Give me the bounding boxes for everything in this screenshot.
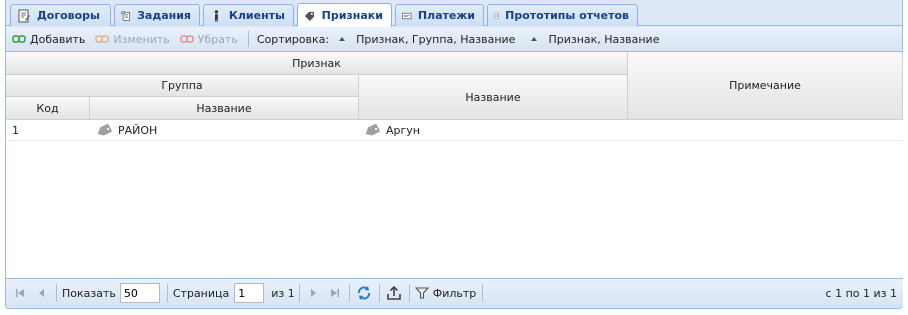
cell-nazvanie-text: Аргун	[386, 124, 420, 137]
tab-clients-label: Клиенты	[228, 9, 285, 22]
tab-payments-label: Платежи	[417, 9, 475, 22]
upload-icon	[386, 285, 401, 300]
tab-clients[interactable]: Клиенты	[203, 4, 294, 26]
task-icon	[121, 10, 130, 21]
pager-summary-wrap: с 1 по 1 из 1	[826, 279, 897, 308]
header-nazvanie[interactable]: Название	[359, 75, 628, 120]
filter-button-label: Фильтр	[432, 286, 477, 300]
payment-icon	[402, 12, 412, 19]
add-button[interactable]: Добавить	[12, 33, 85, 46]
tab-strip: Договоры Задания Клиенты Признаки Платеж…	[6, 0, 902, 27]
person-icon	[214, 9, 219, 22]
pager-separator	[348, 284, 350, 302]
show-label: Показать	[62, 286, 116, 300]
page-count-label: из 1	[271, 286, 295, 300]
main-panel: Договоры Задания Клиенты Признаки Платеж…	[5, 0, 903, 309]
first-page-button[interactable]	[12, 285, 28, 301]
pager-separator	[408, 284, 410, 302]
tag-icon	[365, 124, 381, 136]
sort-option-label: Признак, Группа, Название	[356, 32, 516, 46]
paging-toolbar: Показать Страница из 1 Фильтр с 1 по 1 и…	[6, 278, 903, 307]
header-kod[interactable]: Код	[6, 97, 90, 120]
report-icon	[494, 13, 499, 18]
header-priznak[interactable]: Признак	[6, 52, 628, 75]
prev-page-icon	[39, 289, 44, 297]
next-page-button[interactable]	[305, 285, 321, 301]
tab-contracts[interactable]: Договоры	[10, 4, 111, 26]
cell-kod: 1	[12, 124, 19, 137]
data-grid: Признак Примечание Группа Название Код Н…	[6, 52, 903, 278]
link-remove-icon	[180, 35, 194, 43]
filter-icon	[414, 287, 429, 299]
refresh-button[interactable]	[355, 284, 373, 302]
pager-separator	[482, 284, 484, 302]
header-primechanie[interactable]: Примечание	[628, 52, 903, 120]
table-row[interactable]: 1 РАЙОН Аргун	[6, 120, 903, 141]
tab-payments[interactable]: Платежи	[395, 4, 484, 26]
sort-option-label: Признак, Название	[548, 32, 660, 46]
cell-primechanie	[634, 120, 902, 141]
tags-icon	[304, 11, 314, 21]
first-page-icon	[16, 289, 24, 297]
pager-separator	[56, 284, 57, 302]
link-add-icon	[12, 35, 26, 43]
cell-gruppa-nazvanie: РАЙОН	[96, 120, 359, 141]
page-label: Страница	[172, 286, 230, 300]
sort-asc-icon	[531, 37, 538, 41]
cell-nazvanie: Аргун	[364, 120, 628, 141]
next-page-icon	[310, 289, 316, 297]
pager-separator	[378, 284, 380, 302]
prev-page-button[interactable]	[34, 285, 50, 301]
tab-priznaki[interactable]: Признаки	[297, 3, 392, 27]
filter-button[interactable]: Фильтр	[414, 286, 477, 300]
page-size-input[interactable]	[119, 283, 160, 303]
header-gruppa[interactable]: Группа	[6, 75, 359, 97]
pager-separator	[166, 284, 168, 302]
remove-button[interactable]: Убрать	[180, 33, 238, 46]
cell-gruppa-nazvanie-text: РАЙОН	[118, 124, 158, 137]
page-number-input[interactable]	[234, 283, 265, 303]
sort-label: Сортировка:	[256, 32, 330, 46]
contract-icon	[18, 9, 30, 22]
edit-button-label: Изменить	[113, 32, 170, 46]
toolbar-separator	[247, 31, 249, 47]
edit-button[interactable]: Изменить	[95, 32, 170, 46]
sort-option-priznak-gruppa-nazvanie[interactable]: Признак, Группа, Название	[339, 33, 515, 46]
add-button-label: Добавить	[30, 32, 86, 46]
tab-contracts-label: Договоры	[37, 9, 100, 22]
tab-report-prototypes-label: Прототипы отчетов	[505, 9, 629, 22]
link-edit-icon	[95, 35, 110, 43]
tab-report-prototypes[interactable]: Прототипы отчетов	[487, 4, 638, 26]
export-button[interactable]	[385, 284, 403, 302]
toolbar: Добавить Изменить Убрать Сортировка: При…	[6, 27, 902, 52]
refresh-icon	[357, 286, 370, 300]
last-page-icon	[330, 289, 339, 297]
last-page-button[interactable]	[327, 285, 343, 301]
pager-separator	[298, 284, 300, 302]
header-gruppa-nazvanie[interactable]: Название	[90, 97, 359, 120]
remove-button-label: Убрать	[197, 32, 238, 46]
sort-option-priznak-nazvanie[interactable]: Признак, Название	[531, 33, 659, 46]
tab-tasks-label: Задания	[137, 9, 191, 22]
paging-summary: с 1 по 1 из 1	[825, 287, 897, 300]
tab-tasks[interactable]: Задания	[114, 4, 200, 26]
tab-priznaki-label: Признаки	[321, 9, 383, 22]
tag-icon	[97, 124, 113, 136]
sort-asc-icon	[339, 37, 346, 41]
